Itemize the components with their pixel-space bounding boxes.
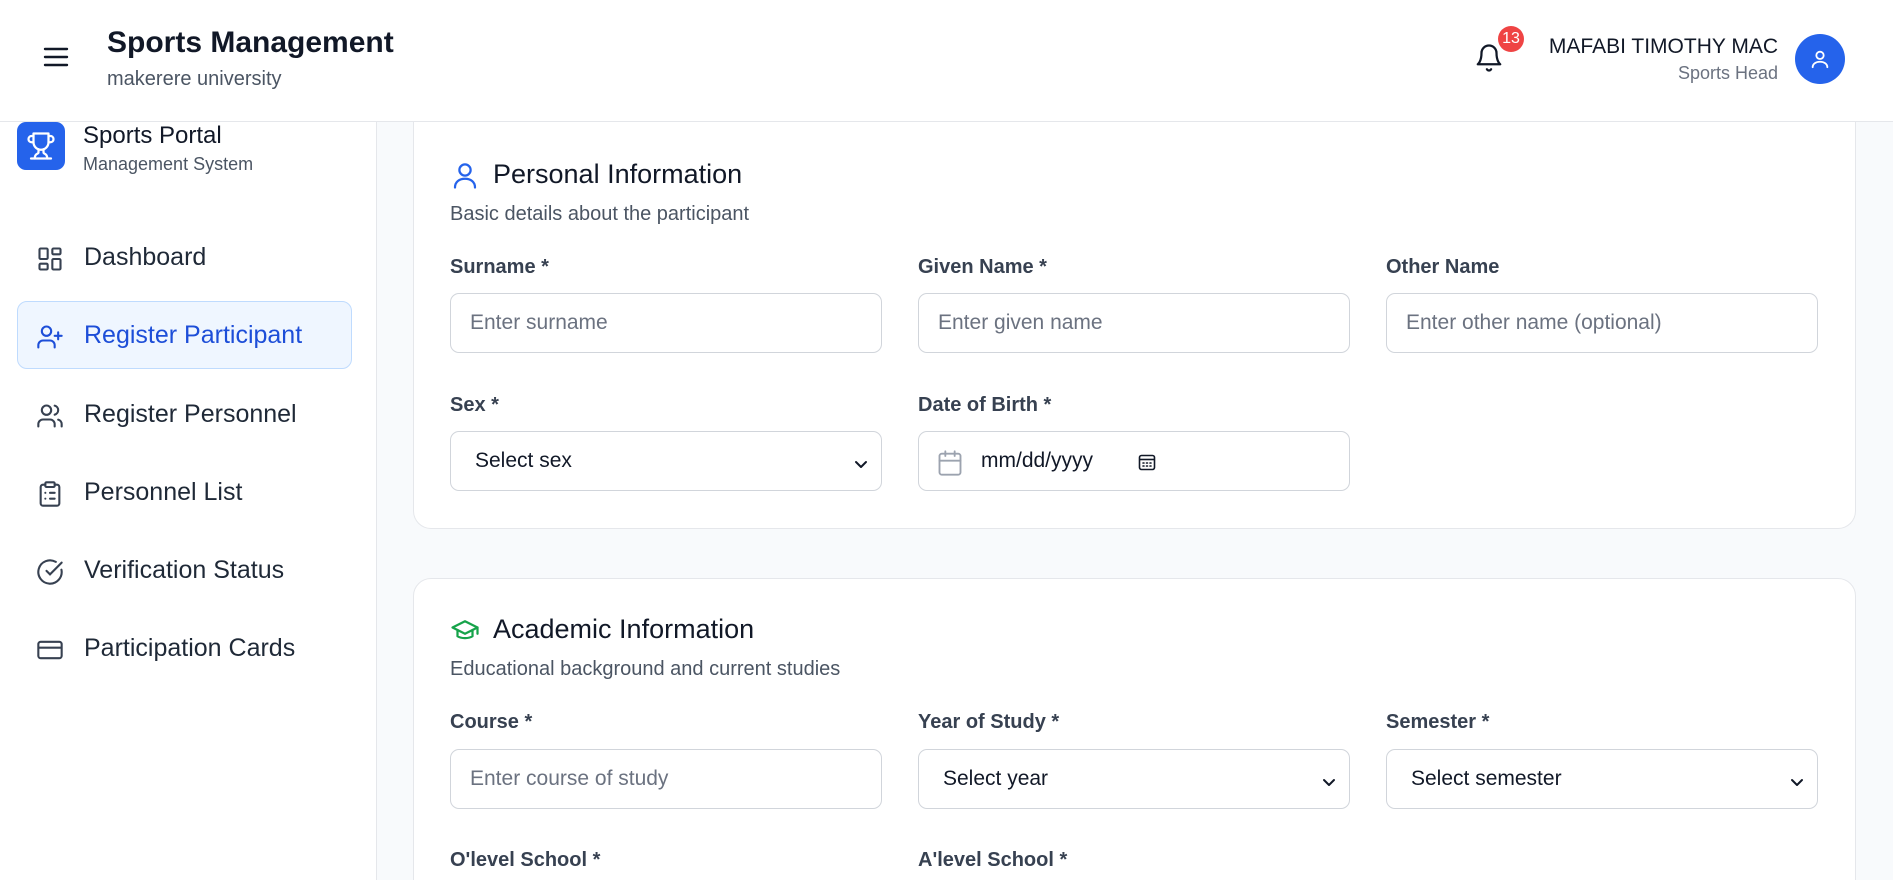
clipboard-list-icon	[36, 480, 64, 508]
given-name-label: Given Name *	[918, 256, 1047, 278]
course-input[interactable]: Enter course of study	[450, 749, 882, 809]
calendar-icon	[936, 449, 964, 477]
top-header: Sports Management makerere university 13…	[0, 0, 1893, 122]
user-plus-icon	[36, 323, 64, 351]
sidebar-item-personnel-list[interactable]: Personnel List	[17, 458, 352, 526]
alevel-school-label: A'level School *	[918, 849, 1068, 871]
dob-label: Date of Birth *	[918, 394, 1052, 416]
other-name-placeholder: Enter other name (optional)	[1406, 311, 1662, 334]
menu-toggle-button[interactable]	[43, 46, 69, 68]
sex-select-value: Select sex	[475, 449, 572, 472]
surname-input[interactable]: Enter surname	[450, 293, 882, 353]
check-circle-icon	[36, 558, 64, 586]
academic-information-card: Academic Information Educational backgro…	[413, 578, 1856, 880]
sex-label: Sex *	[450, 394, 499, 416]
hamburger-icon	[43, 47, 69, 67]
olevel-school-label: O'level School *	[450, 849, 601, 871]
other-name-input[interactable]: Enter other name (optional)	[1386, 293, 1818, 353]
sidebar-item-label: Participation Cards	[84, 633, 296, 662]
credit-card-icon	[36, 636, 64, 664]
sidebar-item-label: Verification Status	[84, 555, 285, 584]
year-of-study-select[interactable]: Select year	[918, 749, 1350, 809]
date-picker-icon[interactable]	[1137, 452, 1157, 472]
chevron-down-icon	[1789, 772, 1805, 788]
course-label: Course *	[450, 711, 533, 733]
section-description: Basic details about the participant	[450, 203, 750, 225]
notification-badge: 13	[1498, 26, 1524, 52]
bell-icon	[1476, 44, 1502, 72]
personal-information-card: Personal Information Basic details about…	[413, 122, 1856, 529]
brand-subtitle: Management System	[83, 154, 254, 174]
sidebar-item-label: Personnel List	[84, 477, 243, 506]
section-title: Academic Information	[493, 614, 755, 644]
sidebar: Sports Portal Management System Dashboar…	[0, 122, 377, 880]
surname-label: Surname *	[450, 256, 549, 278]
user-role: Sports Head	[1677, 63, 1778, 83]
chevron-down-icon	[853, 454, 869, 470]
semester-label: Semester *	[1386, 711, 1490, 733]
other-name-label: Other Name	[1386, 256, 1500, 278]
section-description: Educational background and current studi…	[450, 658, 841, 680]
course-placeholder: Enter course of study	[470, 767, 669, 790]
given-name-placeholder: Enter given name	[938, 311, 1103, 334]
surname-placeholder: Enter surname	[470, 311, 608, 334]
dashboard-icon	[36, 245, 64, 273]
semester-select-value: Select semester	[1411, 767, 1562, 790]
semester-select[interactable]: Select semester	[1386, 749, 1818, 809]
graduation-cap-icon	[450, 615, 480, 645]
trophy-icon	[27, 132, 55, 160]
section-title: Personal Information	[493, 159, 743, 189]
sidebar-item-label: Dashboard	[84, 242, 207, 271]
brand-logo	[17, 122, 65, 170]
sidebar-item-register-personnel[interactable]: Register Personnel	[17, 380, 352, 448]
year-of-study-label: Year of Study *	[918, 711, 1060, 733]
sidebar-item-label: Register Participant	[84, 320, 303, 349]
sex-select[interactable]: Select sex	[450, 431, 882, 491]
year-select-value: Select year	[943, 767, 1049, 790]
given-name-input[interactable]: Enter given name	[918, 293, 1350, 353]
users-icon	[36, 402, 64, 430]
dob-placeholder: mm/dd/yyyy	[981, 449, 1094, 472]
sidebar-item-dashboard[interactable]: Dashboard	[17, 223, 352, 291]
notifications-button[interactable]	[1474, 42, 1504, 74]
user-name: MAFABI TIMOTHY MAC	[1548, 35, 1778, 58]
brand-title: Sports Portal	[83, 122, 222, 149]
user-icon	[450, 160, 480, 190]
app-subtitle: makerere university	[107, 68, 282, 90]
sidebar-item-register-participant[interactable]: Register Participant	[17, 301, 352, 369]
sidebar-item-verification-status[interactable]: Verification Status	[17, 536, 352, 604]
app-title: Sports Management	[107, 26, 394, 59]
user-icon	[1811, 50, 1829, 69]
sidebar-item-label: Register Personnel	[84, 399, 297, 428]
dob-input[interactable]: mm/dd/yyyy	[918, 431, 1350, 491]
chevron-down-icon	[1321, 772, 1337, 788]
avatar[interactable]	[1795, 34, 1845, 84]
sidebar-item-participation-cards[interactable]: Participation Cards	[17, 614, 352, 682]
